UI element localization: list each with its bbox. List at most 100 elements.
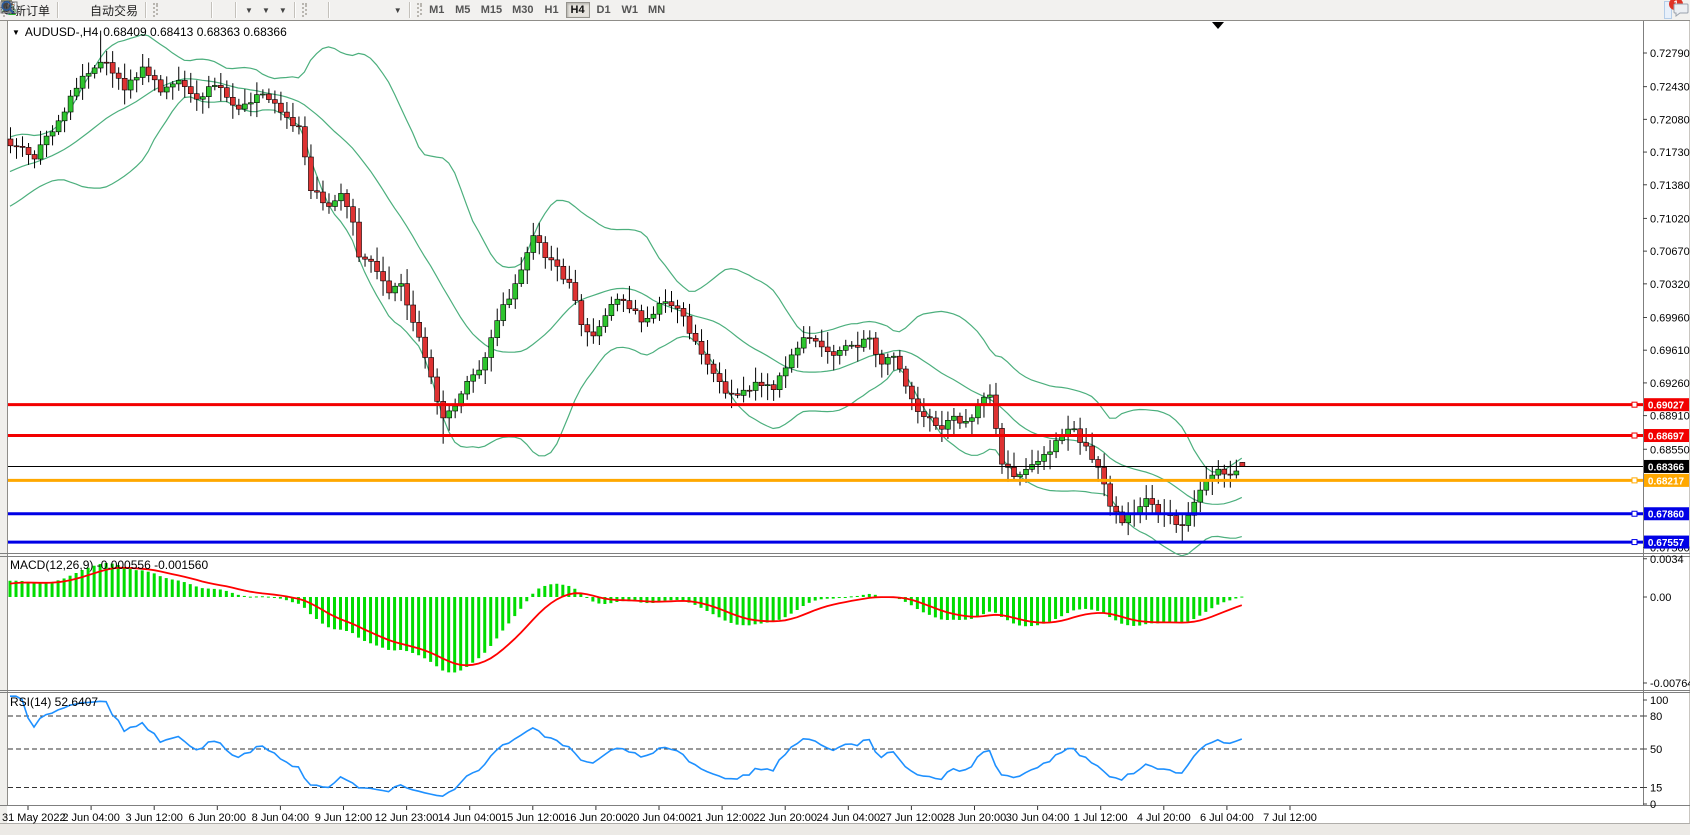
candle-body	[1054, 441, 1059, 452]
macd-histogram-bar	[1174, 597, 1177, 623]
signals-button[interactable]	[78, 1, 86, 19]
candle-body	[879, 354, 884, 364]
timeframe-H4[interactable]: H4	[566, 2, 590, 18]
candle-body	[254, 95, 259, 103]
time-axis-label: 14 Jun 04:00	[438, 812, 502, 824]
macd-histogram-bar	[1150, 597, 1153, 623]
chart-shift-button[interactable]	[224, 1, 232, 19]
separator	[235, 2, 237, 18]
candle-body	[8, 139, 13, 146]
hline-handle	[1632, 433, 1637, 438]
auto-scroll-button[interactable]	[216, 1, 224, 19]
tile-windows-button[interactable]	[200, 1, 208, 19]
dropdown-caret: ▼	[279, 6, 287, 15]
timeframe-M5[interactable]: M5	[451, 2, 475, 18]
arrows-button[interactable]: ▼	[389, 1, 406, 19]
timeframe-D1[interactable]: D1	[592, 2, 616, 18]
trendline-button[interactable]	[349, 1, 357, 19]
candle-body	[296, 126, 301, 127]
candle-body	[429, 358, 434, 378]
timeframe-MN[interactable]: MN	[644, 2, 669, 18]
vertical-line-button[interactable]	[333, 1, 341, 19]
candle-body	[795, 348, 800, 355]
candle-body	[206, 87, 211, 97]
macd-histogram-bar	[549, 584, 552, 597]
candle-body	[1150, 499, 1155, 505]
notifications-button[interactable]: 1	[1672, 1, 1680, 19]
candle-body	[873, 338, 878, 354]
auto-trading-button[interactable]: 自动交易	[86, 1, 142, 19]
candle-body	[567, 279, 572, 282]
price-tick-label: 0.72080	[1650, 114, 1690, 126]
macd-histogram-bar	[363, 597, 366, 641]
candlestick-chart-button[interactable]	[168, 1, 176, 19]
templates-button[interactable]: ▼	[274, 1, 291, 19]
candle-body	[813, 338, 818, 341]
timeframe-M30[interactable]: M30	[508, 2, 537, 18]
candle-body	[525, 253, 530, 270]
timeframe-H1[interactable]: H1	[540, 2, 564, 18]
zoom-out-button[interactable]	[192, 1, 200, 19]
periods-button[interactable]: ▼	[257, 1, 274, 19]
market-watch-button[interactable]	[62, 1, 70, 19]
price-tick-label: 0.72430	[1650, 82, 1690, 94]
macd-histogram-bar	[832, 597, 835, 599]
candle-body	[729, 393, 734, 394]
macd-histogram-bar	[1096, 597, 1099, 611]
candle-body	[266, 94, 271, 100]
macd-histogram-bar	[694, 597, 697, 605]
macd-histogram-bar	[736, 597, 739, 625]
macd-histogram-bar	[585, 597, 588, 598]
timeframe-M1[interactable]: M1	[425, 2, 449, 18]
macd-histogram-bar	[555, 584, 558, 597]
time-axis-label: 1 Jul 12:00	[1074, 812, 1128, 824]
dropdown-caret: ▼	[262, 6, 270, 15]
toolbar-grip[interactable]	[302, 3, 307, 17]
candle-body	[56, 121, 61, 132]
bar-chart-button[interactable]	[160, 1, 168, 19]
candle-body	[675, 306, 680, 309]
candle-body	[591, 332, 596, 336]
price-label-text: 0.68697	[1648, 432, 1685, 443]
hline-handle	[1632, 478, 1637, 483]
equidistant-channel-button[interactable]: E	[357, 1, 365, 19]
macd-histogram-bar	[225, 591, 228, 597]
new-chart-button[interactable]: ▼	[240, 1, 257, 19]
chart-window[interactable]: 0.727900.724300.720800.717300.713800.710…	[0, 0, 1690, 835]
toolbar-grip[interactable]	[153, 3, 158, 17]
separator	[211, 2, 213, 18]
text-button[interactable]: A	[373, 1, 381, 19]
candle-body	[921, 412, 926, 417]
fibonacci-button[interactable]: F	[365, 1, 373, 19]
horizontal-line-button[interactable]	[341, 1, 349, 19]
macd-histogram-bar	[1144, 597, 1147, 624]
macd-histogram-bar	[375, 597, 378, 646]
candle-body	[747, 390, 752, 391]
candle-body	[477, 370, 482, 375]
candle-body	[326, 203, 331, 207]
time-axis-label: 12 Jun 23:00	[375, 812, 439, 824]
timeframe-W1[interactable]: W1	[618, 2, 643, 18]
candle-body	[1198, 490, 1203, 502]
candle-body	[513, 284, 518, 299]
timeframe-M15[interactable]: M15	[477, 2, 506, 18]
candle-body	[741, 390, 746, 395]
candle-body	[537, 236, 542, 243]
line-chart-button[interactable]	[176, 1, 184, 19]
price-label-text: 0.68366	[1648, 462, 1685, 473]
navigator-button[interactable]	[70, 1, 78, 19]
zoom-in-button[interactable]	[184, 1, 192, 19]
candle-body	[819, 341, 824, 347]
crosshair-button[interactable]	[317, 1, 325, 19]
toolbar-grip[interactable]	[417, 3, 422, 17]
text-label-button[interactable]: T	[381, 1, 389, 19]
macd-histogram-bar	[784, 597, 787, 617]
macd-histogram-bar	[543, 586, 546, 597]
candle-body	[1090, 446, 1095, 460]
cursor-button[interactable]	[309, 1, 317, 19]
candle-body	[1018, 475, 1023, 477]
macd-histogram-bar	[489, 597, 492, 646]
candle-body	[74, 88, 79, 96]
candle-body	[753, 382, 758, 390]
macd-histogram-bar	[1132, 597, 1135, 626]
